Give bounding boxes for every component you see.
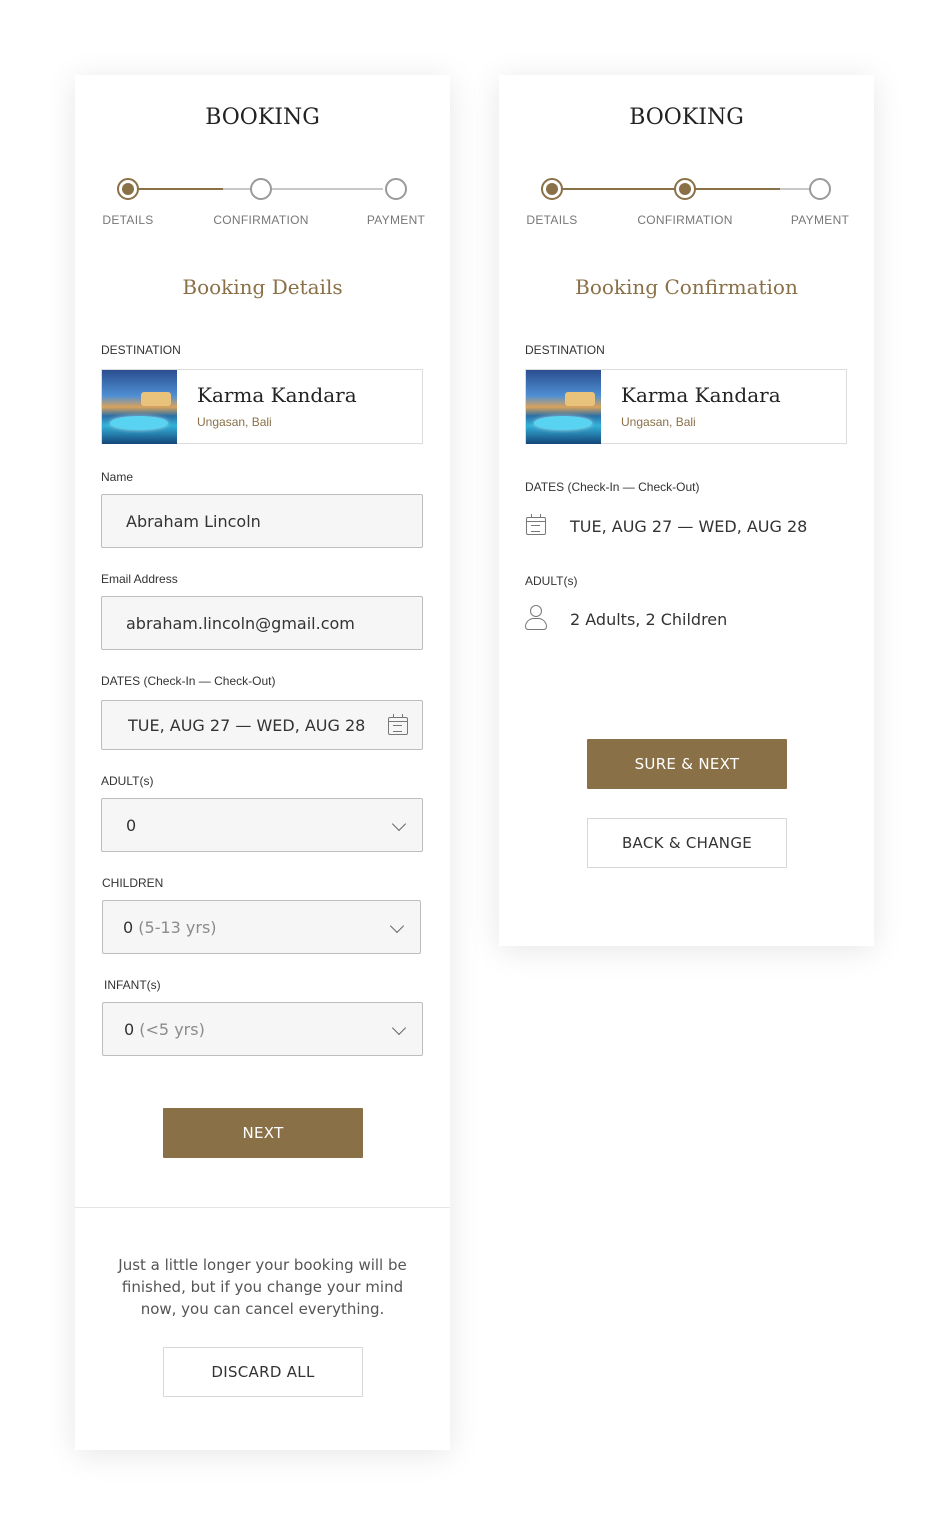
destination-name: Karma Kandara [197, 383, 357, 407]
infants-value: 0 [124, 1020, 135, 1039]
stepper-track [223, 188, 383, 190]
chevron-down-icon [389, 918, 405, 934]
stepper-track [780, 188, 810, 190]
dates-value: TUE, AUG 27 — WED, AUG 28 [570, 517, 808, 536]
step-label-confirmation: CONFIRMATION [213, 213, 309, 227]
step-details-dot[interactable] [541, 178, 563, 200]
email-label: Email Address [101, 572, 178, 586]
step-confirmation-dot[interactable] [674, 178, 696, 200]
name-label: Name [101, 470, 134, 484]
back-change-button[interactable]: BACK & CHANGE [587, 818, 787, 868]
infants-label: INFANT(s) [104, 978, 161, 992]
email-field[interactable]: abraham.lincoln@gmail.com [101, 596, 423, 650]
dates-label: DATES (Check-In — Check-Out) [525, 480, 700, 494]
calendar-icon [526, 514, 546, 535]
step-confirmation-dot[interactable] [250, 178, 272, 200]
next-button[interactable]: NEXT [163, 1108, 363, 1158]
guests-row: 2 Adults, 2 Children [525, 605, 845, 633]
divider [75, 1207, 450, 1208]
children-value-wrap: 0 (5-13 yrs) [123, 918, 217, 937]
section-title: Booking Confirmation [575, 275, 798, 299]
adults-label: ADULT(s) [101, 774, 154, 788]
children-hint: (5-13 yrs) [138, 918, 217, 937]
step-payment-dot[interactable] [809, 178, 831, 200]
step-label-payment: PAYMENT [790, 213, 850, 227]
adults-label: ADULT(s) [525, 574, 578, 588]
destination-label: DESTINATION [101, 343, 181, 357]
booking-confirmation-card: BOOKING DETAILS CONFIRMATION PAYMENT Boo… [499, 75, 874, 946]
children-value: 0 [123, 918, 134, 937]
chevron-down-icon [391, 1020, 407, 1036]
infants-value-wrap: 0 (<5 yrs) [124, 1020, 205, 1039]
dates-row: TUE, AUG 27 — WED, AUG 28 [525, 513, 845, 541]
chevron-down-icon [391, 816, 407, 832]
children-select[interactable]: 0 (5-13 yrs) [102, 900, 421, 954]
user-icon [525, 605, 547, 631]
destination-card[interactable]: Karma Kandara Ungasan, Bali [525, 369, 847, 444]
dates-label: DATES (Check-In — Check-Out) [101, 674, 276, 688]
discard-all-button[interactable]: DISCARD ALL [163, 1347, 363, 1397]
destination-label: DESTINATION [525, 343, 605, 357]
destination-location: Ungasan, Bali [197, 415, 272, 429]
email-value: abraham.lincoln@gmail.com [126, 614, 355, 633]
guests-value: 2 Adults, 2 Children [570, 610, 728, 629]
adults-value: 0 [126, 816, 137, 835]
booking-stepper: DETAILS CONFIRMATION PAYMENT [525, 175, 849, 227]
step-details-dot[interactable] [117, 178, 139, 200]
infants-select[interactable]: 0 (<5 yrs) [102, 1002, 423, 1056]
section-title: Booking Details [182, 275, 343, 299]
stepper-track-done [550, 188, 780, 190]
dates-value: TUE, AUG 27 — WED, AUG 28 [128, 716, 366, 735]
children-label: CHILDREN [102, 876, 164, 890]
calendar-icon[interactable] [388, 714, 408, 735]
step-label-payment: PAYMENT [366, 213, 426, 227]
booking-stepper: DETAILS CONFIRMATION PAYMENT [101, 175, 425, 227]
booking-details-card: BOOKING DETAILS CONFIRMATION PAYMENT Boo… [75, 75, 450, 1450]
page-title: BOOKING [629, 105, 744, 130]
name-value: Abraham Lincoln [126, 512, 261, 531]
page-title: BOOKING [205, 105, 320, 130]
stepper-track-done [126, 188, 223, 190]
destination-card[interactable]: Karma Kandara Ungasan, Bali [101, 369, 423, 444]
step-label-confirmation: CONFIRMATION [637, 213, 733, 227]
destination-location: Ungasan, Bali [621, 415, 696, 429]
dates-field[interactable]: TUE, AUG 27 — WED, AUG 28 [101, 700, 423, 750]
sure-next-button[interactable]: SURE & NEXT [587, 739, 787, 789]
adults-select[interactable]: 0 [101, 798, 423, 852]
hotel-thumbnail [526, 370, 601, 444]
cancel-note: Just a little longer your booking will b… [118, 1256, 407, 1318]
hotel-thumbnail [102, 370, 177, 444]
name-field[interactable]: Abraham Lincoln [101, 494, 423, 548]
step-payment-dot[interactable] [385, 178, 407, 200]
step-label-details: DETAILS [526, 213, 578, 227]
step-label-details: DETAILS [102, 213, 154, 227]
destination-name: Karma Kandara [621, 383, 781, 407]
infants-hint: (<5 yrs) [139, 1020, 205, 1039]
